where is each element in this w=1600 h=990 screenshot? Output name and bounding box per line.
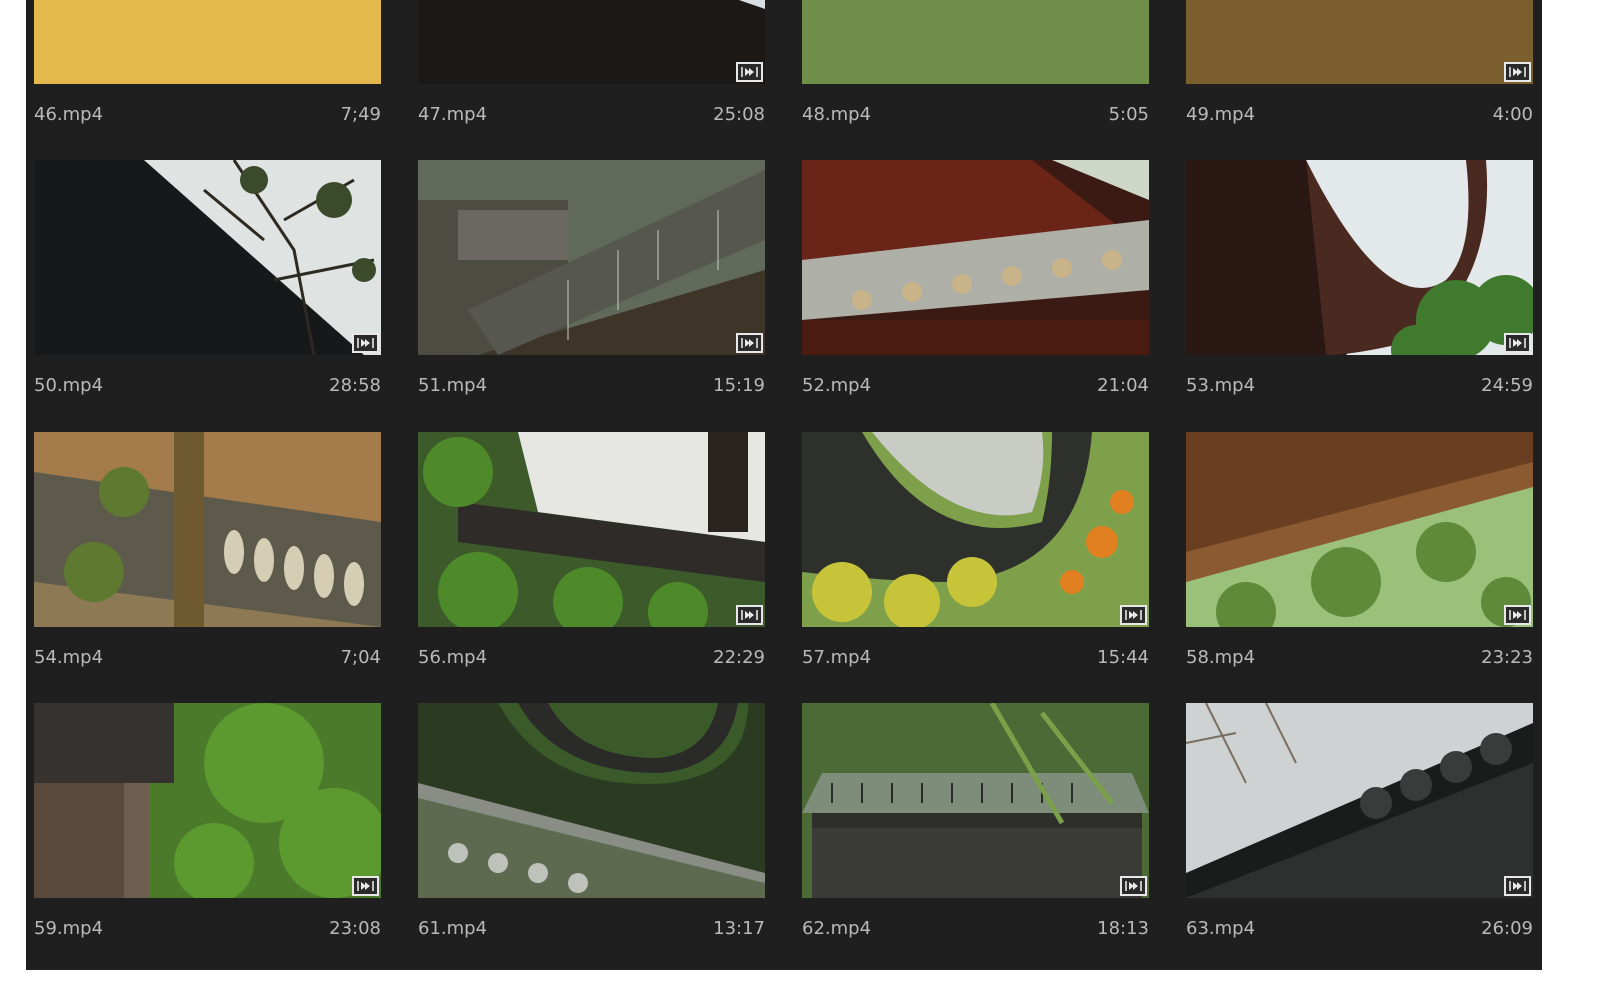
clip-duration: 18:13: [1097, 918, 1149, 939]
clip-filename[interactable]: 54.mp4: [34, 644, 103, 672]
clip-tile[interactable]: 61.mp4 13:17: [418, 703, 765, 968]
red-painted-eave-thumbnail[interactable]: [802, 160, 1149, 355]
clip-meta: 51.mp4 15:19: [418, 372, 765, 400]
clip-filename[interactable]: 48.mp4: [802, 101, 871, 129]
clip-filename[interactable]: 52.mp4: [802, 372, 871, 400]
sunlit-brick-eave-thumbnail[interactable]: [1186, 0, 1533, 84]
media-bin-panel: 46.mp4 7;49 47.mp4 25:08 48.mp4 5:05 49.mp4…: [26, 0, 1542, 970]
clip-duration: 25:08: [713, 104, 765, 125]
clip-filename[interactable]: 50.mp4: [34, 372, 103, 400]
tiled-ridge-yellow-flowers-thumbnail[interactable]: [802, 0, 1149, 84]
audio-video-badge-icon: [352, 333, 379, 353]
curved-roof-autumn-leaves-thumbnail[interactable]: [802, 432, 1149, 627]
clip-meta: 56.mp4 22:29: [418, 644, 765, 672]
clip-tile[interactable]: 46.mp4 7;49: [34, 0, 381, 154]
clip-duration: 23:08: [329, 918, 381, 939]
clip-filename[interactable]: 51.mp4: [418, 372, 487, 400]
clip-filename[interactable]: 63.mp4: [1186, 915, 1255, 943]
clip-tile[interactable]: 52.mp4 21:04: [802, 160, 1149, 425]
clip-meta: 58.mp4 23:23: [1186, 644, 1533, 672]
audio-video-badge-icon: [1120, 605, 1147, 625]
clip-duration: 24:59: [1481, 375, 1533, 396]
clip-duration: 28:58: [329, 375, 381, 396]
clip-meta: 59.mp4 23:08: [34, 915, 381, 943]
clip-filename[interactable]: 62.mp4: [802, 915, 871, 943]
clip-duration: 22:29: [713, 647, 765, 668]
clip-filename[interactable]: 58.mp4: [1186, 644, 1255, 672]
clip-meta: 61.mp4 13:17: [418, 915, 765, 943]
clip-duration: 21:04: [1097, 375, 1149, 396]
clip-tile[interactable]: 50.mp4 28:58: [34, 160, 381, 425]
clip-meta: 57.mp4 15:44: [802, 644, 1149, 672]
ornate-ridge-tiles-thumbnail[interactable]: [34, 432, 381, 627]
clip-meta: 48.mp4 5:05: [802, 101, 1149, 129]
clip-meta: 50.mp4 28:58: [34, 372, 381, 400]
black-roof-ridge-branches-thumbnail[interactable]: [1186, 703, 1533, 898]
clip-duration: 5:05: [1108, 104, 1149, 125]
audio-video-badge-icon: [1504, 62, 1531, 82]
clip-meta: 54.mp4 7;04: [34, 644, 381, 672]
clip-tile[interactable]: 51.mp4 15:19: [418, 160, 765, 425]
clip-duration: 23:23: [1481, 647, 1533, 668]
mossy-curved-roof-thumbnail[interactable]: [418, 703, 765, 898]
clip-tile[interactable]: 57.mp4 15:44: [802, 432, 1149, 697]
clip-filename[interactable]: 47.mp4: [418, 101, 487, 129]
clip-tile[interactable]: 54.mp4 7;04: [34, 432, 381, 697]
clip-filename[interactable]: 46.mp4: [34, 101, 103, 129]
clip-tile[interactable]: 47.mp4 25:08: [418, 0, 765, 154]
clip-meta: 47.mp4 25:08: [418, 101, 765, 129]
clip-tile[interactable]: 62.mp4 18:13: [802, 703, 1149, 968]
clip-filename[interactable]: 57.mp4: [802, 644, 871, 672]
clip-meta: 62.mp4 18:13: [802, 915, 1149, 943]
clip-meta: 46.mp4 7;49: [34, 101, 381, 129]
clip-filename[interactable]: 56.mp4: [418, 644, 487, 672]
clip-tile[interactable]: 58.mp4 23:23: [1186, 432, 1533, 697]
dark-eave-blossom-thumbnail[interactable]: [418, 0, 765, 84]
clip-tile[interactable]: 49.mp4 4:00: [1186, 0, 1533, 154]
audio-video-badge-icon: [736, 62, 763, 82]
audio-video-badge-icon: [1504, 605, 1531, 625]
clip-tile[interactable]: 63.mp4 26:09: [1186, 703, 1533, 968]
rainy-wall-roof-thumbnail[interactable]: [418, 160, 765, 355]
clip-meta: 53.mp4 24:59: [1186, 372, 1533, 400]
clip-duration: 7;49: [340, 104, 381, 125]
audio-video-badge-icon: [1120, 876, 1147, 896]
upturned-eave-sky-thumbnail[interactable]: [1186, 160, 1533, 355]
audio-video-badge-icon: [1504, 876, 1531, 896]
clip-filename[interactable]: 61.mp4: [418, 915, 487, 943]
clip-filename[interactable]: 49.mp4: [1186, 101, 1255, 129]
pavilion-bamboo-thumbnail[interactable]: [802, 703, 1149, 898]
clip-tile[interactable]: 56.mp4 22:29: [418, 432, 765, 697]
wooden-eave-rain-thumbnail[interactable]: [1186, 432, 1533, 627]
clip-tile[interactable]: 59.mp4 23:08: [34, 703, 381, 968]
clip-duration: 15:19: [713, 375, 765, 396]
brick-house-trees-thumbnail[interactable]: [34, 703, 381, 898]
clip-filename[interactable]: 53.mp4: [1186, 372, 1255, 400]
dark-roof-tree-thumbnail[interactable]: [34, 160, 381, 355]
audio-video-badge-icon: [736, 333, 763, 353]
audio-video-badge-icon: [736, 605, 763, 625]
clip-meta: 49.mp4 4:00: [1186, 101, 1533, 129]
audio-video-badge-icon: [1504, 333, 1531, 353]
clip-tile[interactable]: 48.mp4 5:05: [802, 0, 1149, 154]
clip-tile[interactable]: 53.mp4 24:59: [1186, 160, 1533, 425]
clip-duration: 13:17: [713, 918, 765, 939]
clip-duration: 4:00: [1492, 104, 1533, 125]
white-wall-greenery-thumbnail[interactable]: [418, 432, 765, 627]
audio-video-badge-icon: [352, 876, 379, 896]
clip-meta: 63.mp4 26:09: [1186, 915, 1533, 943]
clip-duration: 7;04: [340, 647, 381, 668]
clip-filename[interactable]: 59.mp4: [34, 915, 103, 943]
clip-meta: 52.mp4 21:04: [802, 372, 1149, 400]
clip-duration: 15:44: [1097, 647, 1149, 668]
golden-eave-wall-thumbnail[interactable]: [34, 0, 381, 84]
clip-duration: 26:09: [1481, 918, 1533, 939]
